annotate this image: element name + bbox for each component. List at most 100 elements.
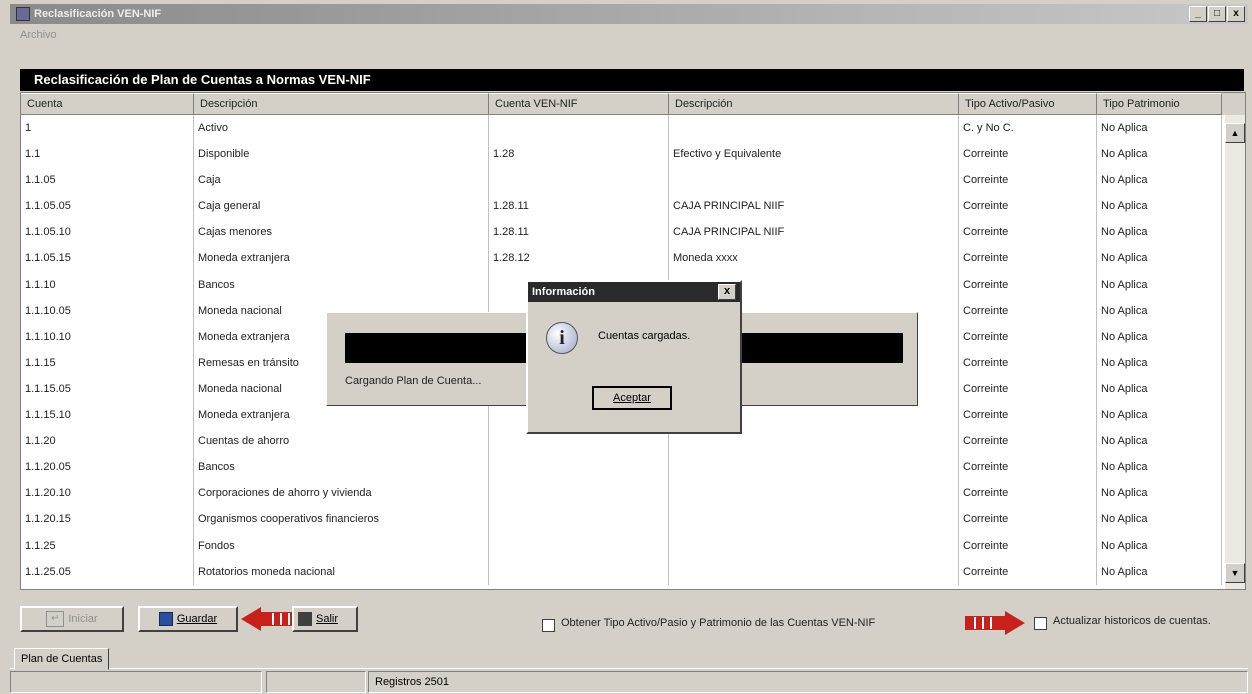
table-row[interactable]: 1.1 Disponible 1.28 Efectivo y Equivalente C…	[21, 141, 1245, 168]
cell-tipo-activo: Correinte	[959, 219, 1097, 246]
cell-tipo-patrimonio: No Aplica	[1097, 558, 1222, 585]
cell-descripcion-nif: CAJA PRINCIPAL NIIF	[669, 193, 959, 220]
cell-tipo-activo: Correinte	[959, 297, 1097, 324]
cell-tipo-activo: Correinte	[959, 532, 1097, 559]
table-row[interactable]: 1.1.20.05 Bancos Correinte No Aplica	[21, 454, 1245, 481]
cell-tipo-patrimonio: No Aplica	[1097, 115, 1222, 142]
loading-text: Cargando Plan de Cuenta...	[345, 375, 482, 387]
guardar-label: Guardar	[176, 613, 218, 625]
vertical-scrollbar[interactable]: ▲ ▼	[1225, 115, 1245, 589]
accept-button[interactable]: Aceptar	[592, 386, 672, 410]
guardar-button[interactable]: Guardar	[138, 606, 238, 632]
table-row[interactable]: 1.1.20.15 Organismos cooperativos financi…	[21, 506, 1245, 533]
cell-descripcion-nif	[669, 532, 959, 559]
table-row[interactable]: 1.1.25.05 Rotatorios moneda nacional Corre…	[21, 558, 1245, 585]
table-row[interactable]: 1.1.20.10 Corporaciones de ahorro y vivie…	[21, 480, 1245, 507]
cell-tipo-patrimonio: No Aplica	[1097, 245, 1222, 272]
iniciar-label: Iniciar	[68, 613, 98, 625]
scroll-up-icon[interactable]: ▲	[1225, 123, 1245, 143]
cell-descripcion: Moneda extranjera	[194, 245, 489, 272]
cell-tipo-patrimonio: No Aplica	[1097, 193, 1222, 220]
cell-descripcion: Fondos	[194, 532, 489, 559]
table-row[interactable]: 1.1.05.05 Caja general 1.28.11 CAJA PRINCIP…	[21, 193, 1245, 220]
tab-plan-de-cuentas[interactable]: Plan de Cuentas	[14, 648, 110, 670]
exit-icon	[298, 612, 312, 626]
cell-tipo-patrimonio: No Aplica	[1097, 141, 1222, 168]
cell-tipo-activo: Correinte	[959, 506, 1097, 533]
menu-archivo[interactable]: Archivo	[20, 29, 57, 41]
cell-tipo-activo: Correinte	[959, 402, 1097, 429]
enter-icon: ↵	[46, 611, 65, 627]
scroll-down-icon[interactable]: ▼	[1225, 563, 1245, 583]
cell-tipo-patrimonio: No Aplica	[1097, 402, 1222, 429]
cell-descripcion: Cajas menores	[194, 219, 489, 246]
cell-cuenta: 1.1.10.05	[21, 297, 194, 324]
cell-cuenta-vennif: 1.28	[489, 141, 669, 168]
cell-tipo-activo: C. y No C.	[959, 115, 1097, 142]
col-header-tipo-patrimonio[interactable]: Tipo Patrimonio	[1097, 93, 1222, 115]
cell-tipo-patrimonio: No Aplica	[1097, 349, 1222, 376]
cell-descripcion-nif: Efectivo y Equivalente	[669, 141, 959, 168]
cell-descripcion-nif	[669, 167, 959, 194]
cell-descripcion: Caja general	[194, 193, 489, 220]
window-titlebar: Reclasificación VEN-NIF _ □ x	[10, 4, 1248, 24]
cell-tipo-patrimonio: No Aplica	[1097, 532, 1222, 559]
cell-cuenta: 1	[21, 115, 194, 142]
col-header-cuenta-vennif[interactable]: Cuenta VEN-NIF	[489, 93, 669, 115]
cell-cuenta: 1.1.10.10	[21, 323, 194, 350]
window-title: Reclasificación VEN-NIF	[34, 8, 162, 20]
dialog-title: Información	[532, 286, 595, 298]
minimize-button[interactable]: _	[1189, 6, 1207, 22]
table-row[interactable]: 1 Activo C. y No C. No Aplica	[21, 115, 1245, 142]
col-header-descripcion-nif[interactable]: Descripción	[669, 93, 959, 115]
col-header-descripcion[interactable]: Descripción	[194, 93, 489, 115]
cell-cuenta-vennif	[489, 532, 669, 559]
table-row[interactable]: 1.1.05 Caja Correinte No Aplica	[21, 167, 1245, 194]
cell-cuenta: 1.1	[21, 141, 194, 168]
maximize-button[interactable]: □	[1208, 6, 1226, 22]
actualizar-historicos-label: Actualizar historicos de cuentas.	[1053, 615, 1211, 627]
cell-tipo-activo: Correinte	[959, 480, 1097, 507]
cell-cuenta: 1.1.10	[21, 271, 194, 298]
cell-tipo-patrimonio: No Aplica	[1097, 323, 1222, 350]
status-panel-2	[266, 671, 366, 693]
cell-tipo-activo: Correinte	[959, 428, 1097, 455]
status-registros: Registros 2501	[368, 671, 1248, 693]
cell-tipo-patrimonio: No Aplica	[1097, 375, 1222, 403]
iniciar-button[interactable]: ↵ Iniciar	[20, 606, 124, 632]
cell-cuenta: 1.1.15.10	[21, 402, 194, 429]
cell-tipo-patrimonio: No Aplica	[1097, 271, 1222, 298]
col-header-tipo-activo[interactable]: Tipo Activo/Pasivo	[959, 93, 1097, 115]
table-row[interactable]: 1.1.05.10 Cajas menores 1.28.11 CAJA PRINCI…	[21, 219, 1245, 246]
cell-cuenta-vennif: 1.28.11	[489, 219, 669, 246]
obtener-tipo-checkbox[interactable]	[542, 619, 555, 632]
actualizar-historicos-checkbox[interactable]	[1034, 617, 1047, 630]
cell-cuenta: 1.1.25.05	[21, 558, 194, 585]
cell-tipo-activo: Correinte	[959, 245, 1097, 272]
cell-descripcion: Disponible	[194, 141, 489, 168]
table-row[interactable]: 1.1.25 Fondos Correinte No Aplica	[21, 532, 1245, 559]
obtener-tipo-label: Obtener Tipo Activo/Pasio y Patrimonio d…	[561, 617, 876, 629]
cell-descripcion: Caja	[194, 167, 489, 194]
cell-descripcion: Cuentas de ahorro	[194, 428, 489, 455]
cell-descripcion-nif	[669, 115, 959, 142]
close-button[interactable]: x	[1227, 6, 1245, 22]
menu-bar: Archivo	[10, 26, 1248, 44]
cell-tipo-activo: Correinte	[959, 349, 1097, 376]
cell-tipo-patrimonio: No Aplica	[1097, 480, 1222, 507]
form-header: Reclasificación de Plan de Cuentas a Nor…	[20, 69, 1244, 91]
dialog-close-button[interactable]: x	[718, 284, 736, 300]
cell-descripcion-nif	[669, 480, 959, 507]
col-header-cuenta[interactable]: Cuenta	[21, 93, 194, 115]
cell-cuenta-vennif: 1.28.11	[489, 193, 669, 220]
cell-tipo-activo: Correinte	[959, 141, 1097, 168]
cell-tipo-patrimonio: No Aplica	[1097, 167, 1222, 194]
cell-tipo-patrimonio: No Aplica	[1097, 219, 1222, 246]
salir-button[interactable]: Salir	[292, 606, 358, 632]
cell-cuenta: 1.1.20.15	[21, 506, 194, 533]
cell-cuenta-vennif	[489, 480, 669, 507]
cell-cuenta-vennif	[489, 167, 669, 194]
cell-cuenta: 1.1.20.10	[21, 480, 194, 507]
table-row[interactable]: 1.1.05.15 Moneda extranjera 1.28.12 Moneda …	[21, 245, 1245, 272]
cell-descripcion: Rotatorios moneda nacional	[194, 558, 489, 585]
